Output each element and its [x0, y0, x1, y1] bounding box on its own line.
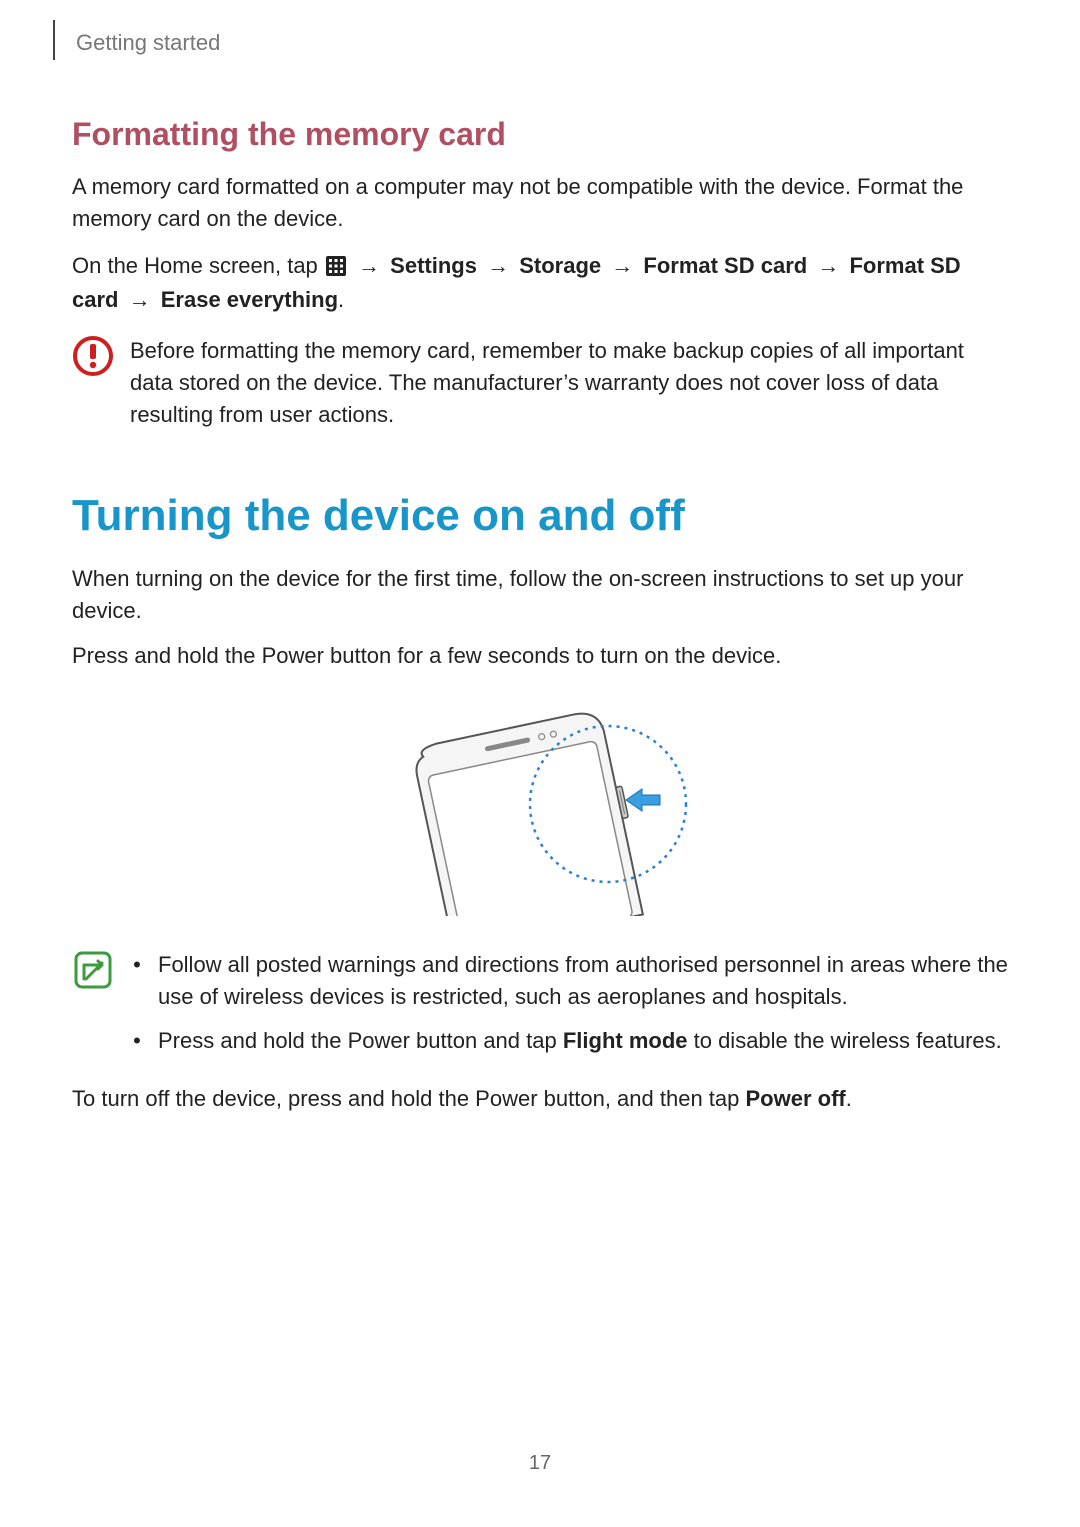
bullet-icon: •: [130, 1025, 144, 1057]
nav-step-storage: Storage: [519, 253, 601, 278]
paragraph-power-off: To turn off the device, press and hold t…: [72, 1083, 1008, 1115]
arrow-icon: →: [817, 253, 839, 278]
caution-text: Before formatting the memory card, remem…: [130, 335, 1008, 431]
power-off-bold: Power off: [746, 1086, 846, 1111]
nav-step-erase: Erase everything: [161, 287, 338, 312]
device-power-illustration: [390, 696, 690, 916]
arrow-icon: →: [358, 253, 380, 278]
arrow-icon: →: [487, 253, 509, 278]
page-number: 17: [0, 1452, 1080, 1475]
power-off-post: .: [846, 1086, 852, 1111]
navigation-path: On the Home screen, tap → Settings → Sto…: [72, 249, 1008, 317]
list-item: • Follow all posted warnings and directi…: [130, 949, 1008, 1013]
note-item-1: Follow all posted warnings and direction…: [158, 949, 1008, 1013]
nav-step-format-sd-1: Format SD card: [643, 253, 807, 278]
note-icon: [72, 949, 114, 991]
apps-grid-icon: [326, 256, 346, 276]
caution-callout: Before formatting the memory card, remem…: [72, 335, 1008, 431]
heading-turning-device: Turning the device on and off: [72, 491, 1008, 541]
arrow-icon: →: [611, 253, 633, 278]
paragraph-turning-intro: When turning on the device for the first…: [72, 563, 1008, 627]
note-list: • Follow all posted warnings and directi…: [130, 949, 1008, 1069]
illustration-container: [72, 696, 1008, 921]
list-item: • Press and hold the Power button and ta…: [130, 1025, 1008, 1057]
nav-suffix: .: [338, 287, 344, 312]
heading-formatting-memory-card: Formatting the memory card: [72, 116, 1008, 153]
caution-icon: [72, 335, 114, 377]
breadcrumb: Getting started: [76, 30, 1008, 56]
note-text: to disable the wireless features.: [688, 1028, 1002, 1053]
note-text: Follow all posted warnings and direction…: [158, 952, 1008, 1009]
power-off-pre: To turn off the device, press and hold t…: [72, 1086, 746, 1111]
nav-prefix: On the Home screen, tap: [72, 253, 324, 278]
note-callout: • Follow all posted warnings and directi…: [72, 949, 1008, 1069]
note-item-2: Press and hold the Power button and tap …: [158, 1025, 1008, 1057]
paragraph-turning-power: Press and hold the Power button for a fe…: [72, 640, 1008, 672]
header-rule: [53, 20, 55, 60]
paragraph-format-intro: A memory card formatted on a computer ma…: [72, 171, 1008, 235]
page-content: Getting started Formatting the memory ca…: [0, 0, 1080, 1115]
arrow-icon: →: [129, 287, 151, 312]
nav-step-settings: Settings: [390, 253, 477, 278]
bullet-icon: •: [130, 949, 144, 1013]
note-text: Press and hold the Power button and tap: [158, 1028, 563, 1053]
note-bold: Flight mode: [563, 1028, 688, 1053]
